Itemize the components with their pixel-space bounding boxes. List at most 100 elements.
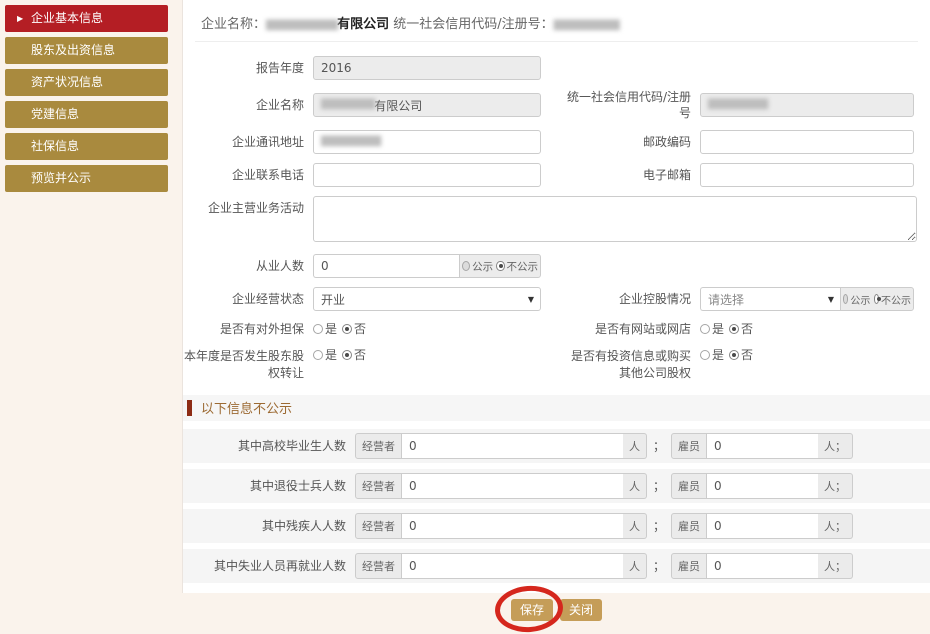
investment-yes-radio[interactable] bbox=[700, 350, 710, 360]
veterans-operator-input[interactable] bbox=[402, 473, 623, 499]
website-label: 是否有网站或网店 bbox=[541, 321, 700, 337]
publish-radio[interactable] bbox=[843, 294, 848, 304]
reemployed-row: 其中失业人员再就业人数 经营者 人 ； 雇员 人； bbox=[183, 549, 930, 583]
guarantee-label: 是否有对外担保 bbox=[183, 321, 313, 337]
graduates-operator-input[interactable] bbox=[402, 433, 623, 459]
report-year-label: 报告年度 bbox=[183, 60, 313, 76]
phone-input[interactable] bbox=[313, 163, 541, 187]
sidebar: ▶ 企业基本信息 股东及出资信息 资产状况信息 党建信息 社保信息 预览并公示 bbox=[5, 5, 168, 197]
company-name-input: █████████ 有限公司 bbox=[313, 93, 541, 117]
employee-addon: 雇员 bbox=[671, 473, 707, 499]
page-header: 企业名称：████████████有限公司 统一社会信用代码/注册号：█████… bbox=[195, 0, 918, 42]
company-name-label: 企业名称： bbox=[201, 17, 266, 32]
unit-addon: 人； bbox=[818, 433, 853, 459]
employee-addon: 雇员 bbox=[671, 553, 707, 579]
status-label: 企业经营状态 bbox=[183, 291, 313, 307]
credit-code-field-label: 统一社会信用代码/注册 号 bbox=[541, 89, 700, 121]
postcode-input[interactable] bbox=[700, 130, 914, 154]
form-actions: 保存 关闭 bbox=[183, 599, 930, 621]
close-button[interactable]: 关闭 bbox=[560, 599, 602, 621]
main-panel: 企业名称：████████████有限公司 统一社会信用代码/注册号：█████… bbox=[183, 0, 930, 593]
sidebar-item-label: 预览并公示 bbox=[31, 171, 91, 185]
sidebar-item-label: 资产状况信息 bbox=[31, 75, 103, 89]
transfer-no-radio[interactable] bbox=[342, 350, 352, 360]
investment-label: 是否有投资信息或购买 其他公司股权 bbox=[541, 344, 700, 380]
email-input[interactable] bbox=[700, 163, 914, 187]
active-arrow-icon: ▶ bbox=[17, 5, 23, 32]
graduates-employee-input[interactable] bbox=[707, 433, 818, 459]
sidebar-item-assets[interactable]: 资产状况信息 bbox=[5, 69, 168, 96]
sidebar-item-basic-info[interactable]: ▶ 企业基本信息 bbox=[5, 5, 168, 32]
credit-code-redacted: ███████████ bbox=[554, 21, 619, 31]
phone-label: 企业联系电话 bbox=[183, 167, 313, 183]
employee-addon: 雇员 bbox=[671, 513, 707, 539]
unit-addon: 人； bbox=[818, 513, 853, 539]
postcode-label: 邮政编码 bbox=[541, 134, 700, 150]
unit-addon: 人 bbox=[623, 513, 647, 539]
credit-code-label: 统一社会信用代码/注册号： bbox=[393, 17, 553, 32]
reemployed-operator-input[interactable] bbox=[402, 553, 623, 579]
guarantee-yes-radio[interactable] bbox=[313, 324, 323, 334]
save-button[interactable]: 保存 bbox=[511, 599, 553, 621]
reemployed-employee-input[interactable] bbox=[707, 553, 818, 579]
sidebar-item-label: 企业基本信息 bbox=[31, 11, 103, 25]
guarantee-no-radio[interactable] bbox=[342, 324, 352, 334]
email-label: 电子邮箱 bbox=[541, 167, 700, 183]
investment-no-radio[interactable] bbox=[729, 350, 739, 360]
address-input[interactable]: ██████████ bbox=[313, 130, 541, 154]
employee-addon: 雇员 bbox=[671, 433, 707, 459]
unit-addon: 人 bbox=[623, 433, 647, 459]
veterans-row: 其中退役士兵人数 经营者 人 ； 雇员 人； bbox=[183, 469, 930, 503]
unit-addon: 人； bbox=[818, 553, 853, 579]
graduates-label: 其中高校毕业生人数 bbox=[183, 437, 355, 454]
operator-addon: 经营者 bbox=[355, 433, 402, 459]
no-publish-radio[interactable] bbox=[874, 294, 879, 304]
graduates-row: 其中高校毕业生人数 经营者 人 ； 雇员 人； bbox=[183, 429, 930, 463]
holding-label: 企业控股情况 bbox=[541, 291, 700, 307]
operator-addon: 经营者 bbox=[355, 513, 402, 539]
business-label: 企业主营业务活动 bbox=[183, 196, 313, 216]
holding-publish-radio-group[interactable]: 公示 不公示 bbox=[840, 287, 914, 311]
disabled-employee-input[interactable] bbox=[707, 513, 818, 539]
transfer-yes-radio[interactable] bbox=[313, 350, 323, 360]
business-textarea[interactable] bbox=[313, 196, 917, 242]
sidebar-item-party-building[interactable]: 党建信息 bbox=[5, 101, 168, 128]
reemployed-label: 其中失业人员再就业人数 bbox=[183, 557, 355, 574]
employees-label: 从业人数 bbox=[183, 258, 313, 274]
status-select[interactable]: 开业 ▼ bbox=[313, 287, 541, 311]
equity-transfer-label: 本年度是否发生股东股 权转让 bbox=[183, 344, 313, 380]
address-label: 企业通讯地址 bbox=[183, 134, 313, 150]
operator-addon: 经营者 bbox=[355, 553, 402, 579]
disabled-persons-row: 其中残疾人人数 经营者 人 ； 雇员 人； bbox=[183, 509, 930, 543]
employees-publish-radio-group[interactable]: 公示 不公示 bbox=[459, 254, 541, 278]
sidebar-item-preview-publish[interactable]: 预览并公示 bbox=[5, 165, 168, 192]
no-publish-radio[interactable] bbox=[496, 261, 504, 271]
report-year-input: 2016 bbox=[313, 56, 541, 80]
company-name-field-label: 企业名称 bbox=[183, 97, 313, 113]
section-marker-bar bbox=[187, 400, 192, 416]
publish-radio[interactable] bbox=[462, 261, 470, 271]
credit-code-input: ██████████ bbox=[700, 93, 914, 117]
sidebar-item-label: 党建信息 bbox=[31, 107, 79, 121]
sidebar-item-social-security[interactable]: 社保信息 bbox=[5, 133, 168, 160]
holding-select[interactable]: 请选择 ▼ bbox=[700, 287, 840, 311]
dropdown-caret-icon: ▼ bbox=[528, 295, 534, 304]
company-name-suffix: 有限公司 bbox=[337, 17, 389, 32]
veterans-employee-input[interactable] bbox=[707, 473, 818, 499]
sidebar-item-label: 社保信息 bbox=[31, 139, 79, 153]
annual-report-form: 报告年度 2016 企业名称 █████████ 有限公司 统一社会信用代码/注… bbox=[183, 42, 930, 621]
sidebar-item-shareholders[interactable]: 股东及出资信息 bbox=[5, 37, 168, 64]
website-no-radio[interactable] bbox=[729, 324, 739, 334]
operator-addon: 经营者 bbox=[355, 473, 402, 499]
unit-addon: 人 bbox=[623, 473, 647, 499]
dropdown-caret-icon: ▼ bbox=[828, 295, 834, 304]
unit-addon: 人； bbox=[818, 473, 853, 499]
sidebar-item-label: 股东及出资信息 bbox=[31, 43, 115, 57]
disabled-persons-label: 其中残疾人人数 bbox=[183, 517, 355, 534]
website-yes-radio[interactable] bbox=[700, 324, 710, 334]
disabled-operator-input[interactable] bbox=[402, 513, 623, 539]
unit-addon: 人 bbox=[623, 553, 647, 579]
company-name-redacted: ████████████ bbox=[266, 21, 337, 31]
non-public-section-header: 以下信息不公示 bbox=[183, 395, 930, 421]
employees-input[interactable] bbox=[313, 254, 459, 278]
